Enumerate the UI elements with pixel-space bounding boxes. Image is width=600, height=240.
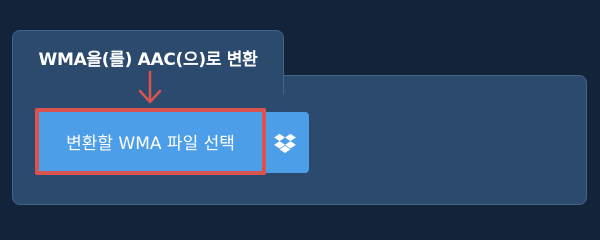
tab-title: WMA을(를) AAC(으)로 변환 [38, 50, 258, 70]
arrow-down-icon [138, 70, 162, 104]
dropbox-button[interactable] [261, 112, 309, 173]
dropbox-icon [274, 133, 296, 153]
choose-file-button[interactable]: 변환할 WMA 파일 선택 [35, 108, 266, 175]
choose-file-label: 변환할 WMA 파일 선택 [66, 134, 235, 154]
